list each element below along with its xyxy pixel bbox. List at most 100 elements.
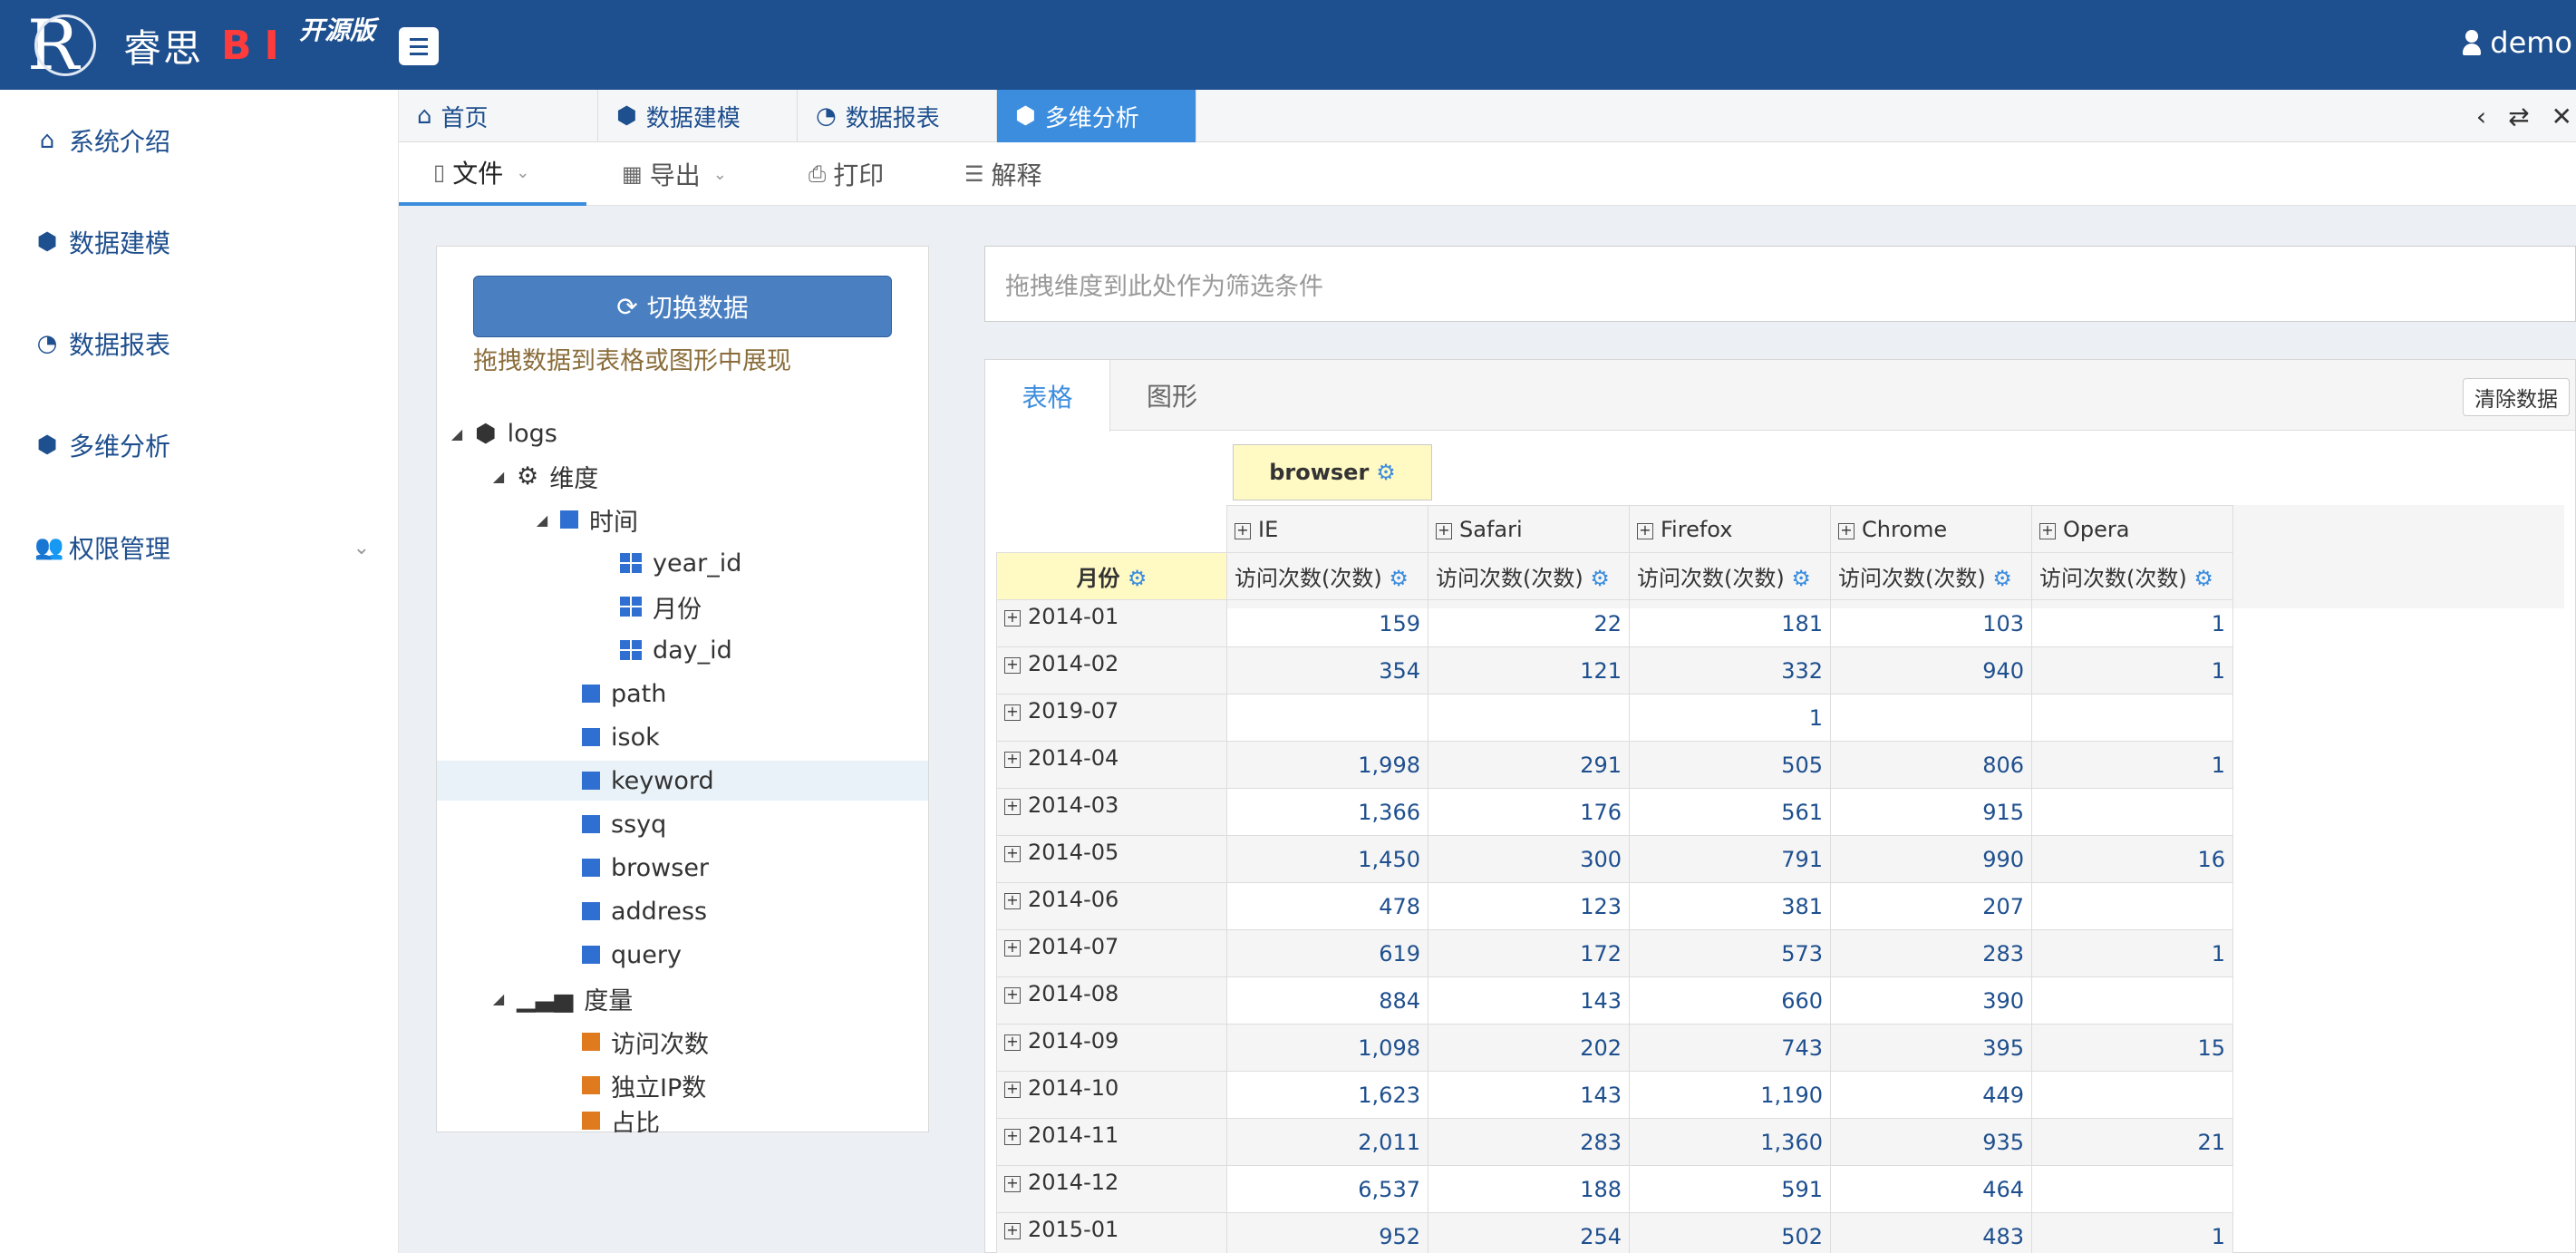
value-cell[interactable]: 619 [1226, 929, 1428, 977]
value-cell[interactable]: 1,623 [1226, 1071, 1428, 1119]
export-menu[interactable]: ▦ 导出 ⌄ [622, 142, 727, 206]
value-cell[interactable]: 915 [1830, 788, 2032, 836]
value-cell[interactable]: 561 [1629, 788, 1831, 836]
expand-plus-icon[interactable]: + [1004, 1176, 1021, 1192]
tab-home[interactable]: ⌂ 首页 [399, 90, 598, 142]
row-label-cell[interactable]: +2014-01 [996, 599, 1227, 647]
tree-node-ratio[interactable]: 占比 [582, 1109, 660, 1132]
expand-plus-icon[interactable]: + [1004, 987, 1021, 1004]
value-cell[interactable]: 1,998 [1226, 741, 1428, 789]
gear-icon[interactable]: ⚙ [1583, 566, 1610, 591]
value-cell[interactable]: 1 [2031, 741, 2233, 789]
expand-plus-icon[interactable]: + [1004, 657, 1021, 674]
value-cell[interactable]: 1,366 [1226, 788, 1428, 836]
row-label-cell[interactable]: +2014-10 [996, 1071, 1227, 1119]
gear-icon[interactable]: ⚙ [1785, 566, 1811, 591]
gear-icon[interactable]: ⚙ [2187, 566, 2213, 591]
value-cell[interactable]: 283 [1428, 1118, 1630, 1166]
tab-reports[interactable]: ◔ 数据报表 [798, 90, 997, 142]
tree-node-day-id[interactable]: day_id [620, 630, 732, 670]
value-cell[interactable]: 952 [1226, 1212, 1428, 1253]
tab-table[interactable]: 表格 [985, 360, 1110, 432]
close-icon[interactable]: ✕ [2552, 102, 2572, 131]
value-cell[interactable]: 573 [1629, 929, 1831, 977]
value-cell[interactable]: 791 [1629, 835, 1831, 883]
expand-plus-icon[interactable]: + [1637, 522, 1653, 539]
expand-plus-icon[interactable]: + [1004, 752, 1021, 768]
value-cell[interactable] [2031, 1165, 2233, 1213]
measure-header[interactable]: 访问次数(次数) ⚙ [1226, 552, 1428, 600]
row-label-cell[interactable]: +2019-07 [996, 694, 1227, 742]
sidebar-toggle-button[interactable] [399, 27, 439, 65]
row-label-cell[interactable]: +2014-12 [996, 1165, 1227, 1213]
value-cell[interactable] [1830, 694, 2032, 742]
value-cell[interactable] [1428, 694, 1630, 742]
measure-header[interactable]: 访问次数(次数) ⚙ [2031, 552, 2233, 600]
value-cell[interactable]: 1 [2031, 646, 2233, 694]
measure-header[interactable]: 访问次数(次数) ⚙ [1629, 552, 1831, 600]
value-cell[interactable]: 300 [1428, 835, 1630, 883]
tree-node-browser[interactable]: browser [582, 848, 709, 888]
gear-icon[interactable]: ⚙ [1986, 566, 2012, 591]
gear-icon[interactable]: ⚙ [1128, 566, 1148, 591]
value-cell[interactable]: 806 [1830, 741, 2032, 789]
expand-plus-icon[interactable]: + [1004, 1034, 1021, 1051]
tree-node-keyword[interactable]: keyword [437, 761, 928, 801]
row-label-cell[interactable]: +2014-07 [996, 929, 1227, 977]
row-label-cell[interactable]: +2014-05 [996, 835, 1227, 883]
row-label-cell[interactable]: +2015-01 [996, 1212, 1227, 1253]
value-cell[interactable]: 143 [1428, 976, 1630, 1025]
user-menu[interactable]: demo [2463, 25, 2576, 60]
expand-plus-icon[interactable]: + [1004, 893, 1021, 909]
value-cell[interactable] [1226, 694, 1428, 742]
row-label-cell[interactable]: +2014-04 [996, 741, 1227, 789]
tree-node-logs[interactable]: ◢ ⬢ logs [450, 413, 557, 453]
value-cell[interactable]: 660 [1629, 976, 1831, 1025]
expand-plus-icon[interactable]: + [1235, 522, 1251, 539]
value-cell[interactable]: 1 [2031, 929, 2233, 977]
swap-icon[interactable]: ⇄ [2508, 102, 2529, 131]
tree-node-time[interactable]: ◢ 时间 [535, 500, 638, 539]
clear-data-button[interactable]: 清除数据 [2463, 378, 2570, 416]
value-cell[interactable]: 6,537 [1226, 1165, 1428, 1213]
row-label-cell[interactable]: +2014-06 [996, 882, 1227, 930]
value-cell[interactable]: 449 [1830, 1071, 2032, 1119]
expand-plus-icon[interactable]: + [1004, 610, 1021, 626]
sidebar-item-permissions[interactable]: 👥 权限管理 ⌄ [34, 525, 370, 570]
expand-triangle-icon[interactable]: ◢ [491, 468, 506, 485]
value-cell[interactable]: 1,360 [1629, 1118, 1831, 1166]
value-cell[interactable]: 935 [1830, 1118, 2032, 1166]
value-cell[interactable]: 291 [1428, 741, 1630, 789]
chevron-left-icon[interactable]: ‹ [2476, 102, 2486, 131]
value-cell[interactable]: 22 [1428, 599, 1630, 647]
value-cell[interactable]: 505 [1629, 741, 1831, 789]
value-cell[interactable]: 143 [1428, 1071, 1630, 1119]
expand-plus-icon[interactable]: + [1004, 940, 1021, 957]
expand-triangle-icon[interactable]: ◢ [491, 990, 506, 1007]
tree-node-unique-ip[interactable]: 独立IP数 [582, 1065, 706, 1105]
expand-plus-icon[interactable]: + [1004, 1223, 1021, 1239]
value-cell[interactable] [2031, 1071, 2233, 1119]
expand-triangle-icon[interactable]: ◢ [535, 511, 549, 529]
gear-icon[interactable]: ⚙ [1382, 566, 1409, 591]
row-label-cell[interactable]: +2014-11 [996, 1118, 1227, 1166]
value-cell[interactable]: 381 [1629, 882, 1831, 930]
value-cell[interactable]: 207 [1830, 882, 2032, 930]
browser-header-opera[interactable]: + Opera [2031, 505, 2233, 553]
column-dimension-chip[interactable]: browser ⚙ [1233, 444, 1432, 500]
value-cell[interactable]: 188 [1428, 1165, 1630, 1213]
expand-plus-icon[interactable]: + [1004, 704, 1021, 721]
value-cell[interactable]: 2,011 [1226, 1118, 1428, 1166]
tab-olap[interactable]: ⬢ 多维分析 [997, 90, 1196, 142]
value-cell[interactable]: 478 [1226, 882, 1428, 930]
value-cell[interactable]: 172 [1428, 929, 1630, 977]
measure-header[interactable]: 访问次数(次数) ⚙ [1428, 552, 1630, 600]
tree-node-measure[interactable]: ◢ ▁▃▅ 度量 [491, 978, 633, 1018]
expand-plus-icon[interactable]: + [1838, 522, 1855, 539]
value-cell[interactable]: 176 [1428, 788, 1630, 836]
browser-header-ie[interactable]: + IE [1226, 505, 1428, 553]
value-cell[interactable]: 354 [1226, 646, 1428, 694]
sidebar-item-modeling[interactable]: ⬢ 数据建模 [34, 219, 370, 265]
value-cell[interactable]: 390 [1830, 976, 2032, 1025]
value-cell[interactable]: 743 [1629, 1024, 1831, 1072]
